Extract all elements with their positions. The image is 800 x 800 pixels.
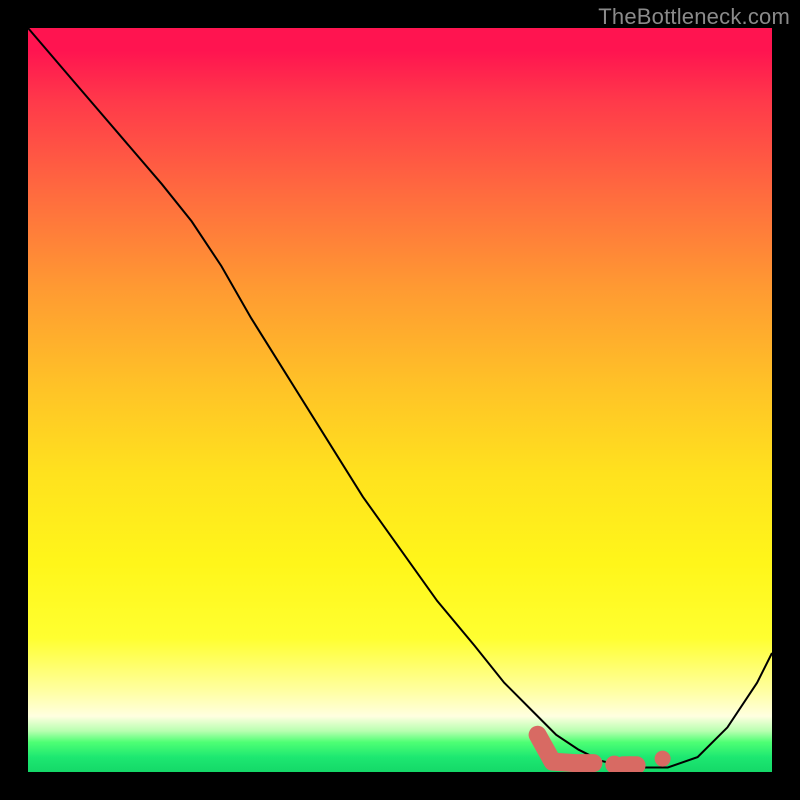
annotation-layer: [538, 735, 671, 772]
bottleneck-curve: [28, 28, 772, 768]
plot-area: [28, 28, 772, 772]
curve-layer: [28, 28, 772, 772]
sweet-spot-dot-2: [655, 751, 671, 767]
sweet-spot-marker: [538, 735, 594, 763]
chart-frame: TheBottleneck.com: [0, 0, 800, 800]
watermark-text: TheBottleneck.com: [598, 4, 790, 30]
